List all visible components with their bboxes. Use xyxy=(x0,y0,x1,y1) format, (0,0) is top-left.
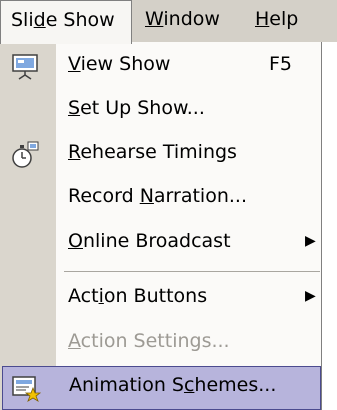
animation-schemes-icon xyxy=(11,373,42,403)
powerpoint-menu-screenshot: Slide Show Window Help View Show F5 Set … xyxy=(0,0,337,410)
menu-item-label: Online Broadcast xyxy=(68,230,231,252)
menu-item-animation-schemes[interactable]: Animation Schemes... xyxy=(2,366,321,410)
menu-item-label: Action Settings... xyxy=(68,330,230,352)
menu-item-online-broadcast[interactable]: Online Broadcast ▶ xyxy=(0,222,321,266)
projector-screen-icon xyxy=(10,52,40,82)
menu-bar: Slide Show Window Help xyxy=(0,0,337,44)
menu-item-label: Rehearse Timings xyxy=(68,141,237,163)
slide-show-dropdown: View Show F5 Set Up Show... Rehearse Tim… xyxy=(0,42,322,410)
menu-item-label: Record Narration... xyxy=(68,185,247,207)
menu-item-set-up-show[interactable]: Set Up Show... xyxy=(0,89,321,133)
shortcut-label: F5 xyxy=(269,53,293,75)
menu-item-action-buttons[interactable]: Action Buttons ▶ xyxy=(0,277,321,321)
menu-item-label: Animation Schemes... xyxy=(69,374,277,396)
menu-item-record-narration[interactable]: Record Narration... xyxy=(0,177,321,221)
menu-slide-show[interactable]: Slide Show xyxy=(0,0,132,44)
menu-separator xyxy=(64,271,320,272)
menu-window[interactable]: Window xyxy=(135,0,230,42)
stopwatch-icon xyxy=(10,140,40,170)
menu-item-label: Set Up Show... xyxy=(68,97,205,119)
menu-item-view-show[interactable]: View Show F5 xyxy=(0,45,321,89)
menu-item-label: View Show xyxy=(68,53,171,75)
submenu-arrow-icon: ▶ xyxy=(305,233,316,249)
menu-item-action-settings: Action Settings... xyxy=(0,322,321,366)
submenu-arrow-icon: ▶ xyxy=(305,288,316,304)
menu-item-label: Action Buttons xyxy=(68,285,208,307)
menu-item-rehearse-timings[interactable]: Rehearse Timings xyxy=(0,133,321,177)
menu-help[interactable]: Help xyxy=(245,0,308,42)
